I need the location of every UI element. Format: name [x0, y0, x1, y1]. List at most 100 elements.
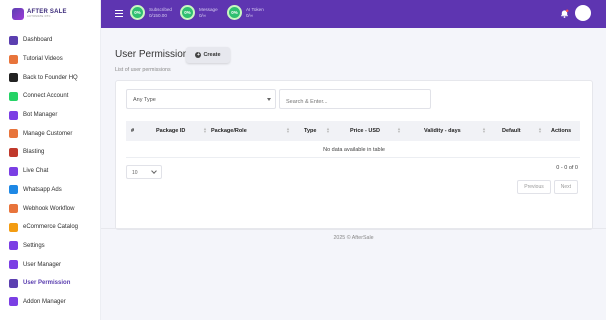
plus-circle-icon: + — [195, 52, 202, 58]
brand-logo[interactable]: AFTER SALE AUTOMATE DTC — [0, 0, 100, 28]
sidebar-item-label: Blasting — [23, 149, 45, 156]
webhook-icon — [9, 204, 18, 214]
sidebar-item-user-manager[interactable]: User Manager — [0, 255, 100, 274]
sidebar-item-user-permission[interactable]: User Permission — [0, 274, 100, 293]
logo-icon — [12, 8, 24, 20]
sidebar-item-dashboard[interactable]: Dashboard — [0, 31, 100, 50]
gear-icon — [9, 241, 18, 251]
sort-icon[interactable]: ▲ ▼ — [482, 127, 486, 134]
sort-icon[interactable]: ▲ ▼ — [203, 127, 207, 134]
video-icon — [9, 54, 18, 64]
chat-icon — [9, 166, 18, 176]
search-input[interactable] — [279, 89, 431, 109]
sidebar-item-addon-manager[interactable]: Addon Manager — [0, 293, 100, 312]
empty-table-message: No data available in table — [323, 147, 385, 153]
caret-down-icon — [267, 98, 271, 101]
avatar[interactable] — [575, 5, 591, 21]
stat-label: AI Token — [246, 6, 264, 12]
catalog-icon — [9, 222, 18, 232]
chevron-down-icon — [151, 168, 157, 174]
stat-value: 0/150.00 — [149, 12, 167, 18]
sort-icon[interactable]: ▲ ▼ — [326, 127, 330, 134]
sidebar: AFTER SALE AUTOMATE DTC Dashboard Tutoria… — [0, 0, 101, 320]
stat-label: Message — [199, 6, 218, 12]
sidebar-item-settings[interactable]: Settings — [0, 237, 100, 256]
page-subtitle: List of user permissions — [115, 67, 171, 73]
topbar: 0% Subscribed 0/150.00 0% Message 0/∞ 0%… — [101, 0, 606, 28]
column-header-actions: Actions — [551, 128, 572, 134]
pagination-info: 0 - 0 of 0 — [556, 165, 578, 171]
stat-value: 0/∞ — [199, 12, 207, 18]
page-size-select[interactable]: 10 — [126, 165, 162, 179]
sidebar-item-label: User Manager — [23, 261, 62, 268]
sidebar-item-connect-account[interactable]: Connect Account — [0, 87, 100, 106]
sidebar-item-live-chat[interactable]: Live Chat — [0, 162, 100, 181]
sidebar-item-ecommerce-catalog[interactable]: eCommerce Catalog — [0, 218, 100, 237]
page-title: User Permission — [115, 49, 189, 60]
sidebar-menu: Dashboard Tutorial Videos Back to Founder … — [0, 28, 100, 311]
pagination: Previous Next — [517, 180, 578, 194]
sidebar-item-label: Addon Manager — [23, 298, 66, 305]
footer-text: 2025 © AfterSale — [333, 235, 374, 241]
create-button-label: Create — [203, 52, 221, 58]
progress-ring: 0% — [130, 5, 145, 20]
user-icon — [9, 260, 18, 270]
shield-icon — [9, 278, 18, 288]
founder-hq-icon — [9, 73, 18, 83]
column-header-type[interactable]: Type — [304, 128, 316, 134]
hamburger-menu-icon[interactable] — [115, 10, 123, 17]
sort-icon[interactable]: ▲ ▼ — [397, 127, 401, 134]
addon-icon — [9, 297, 18, 307]
progress-ring: 0% — [227, 5, 242, 20]
sidebar-item-label: Bot Manager — [23, 112, 58, 119]
sidebar-item-webhook-workflow[interactable]: Webhook Workflow — [0, 199, 100, 218]
stat-label: Subscribed — [149, 6, 172, 12]
sidebar-item-label: Whatsapp Ads — [23, 186, 62, 193]
stat-subscribed: 0% Subscribed 0/150.00 — [130, 5, 172, 20]
column-header-default[interactable]: Default — [502, 128, 521, 134]
sidebar-item-blasting[interactable]: Blasting — [0, 143, 100, 162]
sidebar-item-manage-customer[interactable]: Manage Customer — [0, 124, 100, 143]
create-button[interactable]: + Create — [186, 47, 230, 63]
stat-ai-token: 0% AI Token 0/∞ — [227, 5, 264, 20]
sidebar-item-back-to-founder-hq[interactable]: Back to Founder HQ — [0, 68, 100, 87]
sidebar-item-label: Dashboard — [23, 37, 53, 44]
sidebar-item-label: Live Chat — [23, 168, 49, 175]
progress-ring: 0% — [180, 5, 195, 20]
megaphone-icon — [9, 147, 18, 157]
dashboard-icon — [9, 35, 18, 45]
stat-value: 0/∞ — [246, 12, 254, 18]
column-header-package-role[interactable]: Package/Role — [211, 128, 247, 134]
sidebar-item-label: Connect Account — [23, 93, 69, 100]
type-filter-value: Any Type — [133, 97, 156, 103]
ads-icon — [9, 185, 18, 195]
notification-bell-icon[interactable] — [560, 9, 569, 18]
main-content: User Permission + Create List of user pe… — [101, 28, 606, 320]
column-header-validity[interactable]: Validity - days — [424, 128, 461, 134]
table-header: # Package ID ▲ ▼ Package/Role ▲ ▼ Type ▲ ▼ … — [126, 121, 580, 141]
sidebar-item-label: eCommerce Catalog — [23, 224, 79, 231]
sidebar-item-bot-manager[interactable]: Bot Manager — [0, 106, 100, 125]
sidebar-item-whatsapp-ads[interactable]: Whatsapp Ads — [0, 181, 100, 200]
column-header-package-id[interactable]: Package ID — [156, 128, 185, 134]
sidebar-item-label: Webhook Workflow — [23, 205, 75, 212]
column-header-number[interactable]: # — [131, 128, 134, 134]
customers-icon — [9, 129, 18, 139]
sidebar-item-label: Manage Customer — [23, 130, 73, 137]
sort-icon[interactable]: ▲ ▼ — [286, 127, 290, 134]
permissions-card: Any Type # Package ID ▲▼ Package/Role ▲▼… — [115, 80, 593, 230]
sidebar-item-tutorial-videos[interactable]: Tutorial Videos — [0, 50, 100, 69]
sidebar-item-label: User Permission — [23, 280, 71, 287]
page-size-value: 10 — [132, 170, 138, 176]
sort-icon[interactable]: ▲ ▼ — [538, 127, 542, 134]
sidebar-item-label: Tutorial Videos — [23, 56, 63, 63]
sidebar-item-label: Settings — [23, 242, 45, 249]
sidebar-item-label: Back to Founder HQ — [23, 74, 78, 81]
divider — [126, 157, 580, 158]
brand-tagline: AUTOMATE DTC — [27, 15, 51, 18]
stat-message: 0% Message 0/∞ — [180, 5, 218, 20]
type-filter-select[interactable]: Any Type — [126, 89, 276, 109]
column-header-price[interactable]: Price - USD — [350, 128, 380, 134]
previous-page-button[interactable]: Previous — [517, 180, 551, 194]
next-page-button[interactable]: Next — [553, 180, 578, 194]
